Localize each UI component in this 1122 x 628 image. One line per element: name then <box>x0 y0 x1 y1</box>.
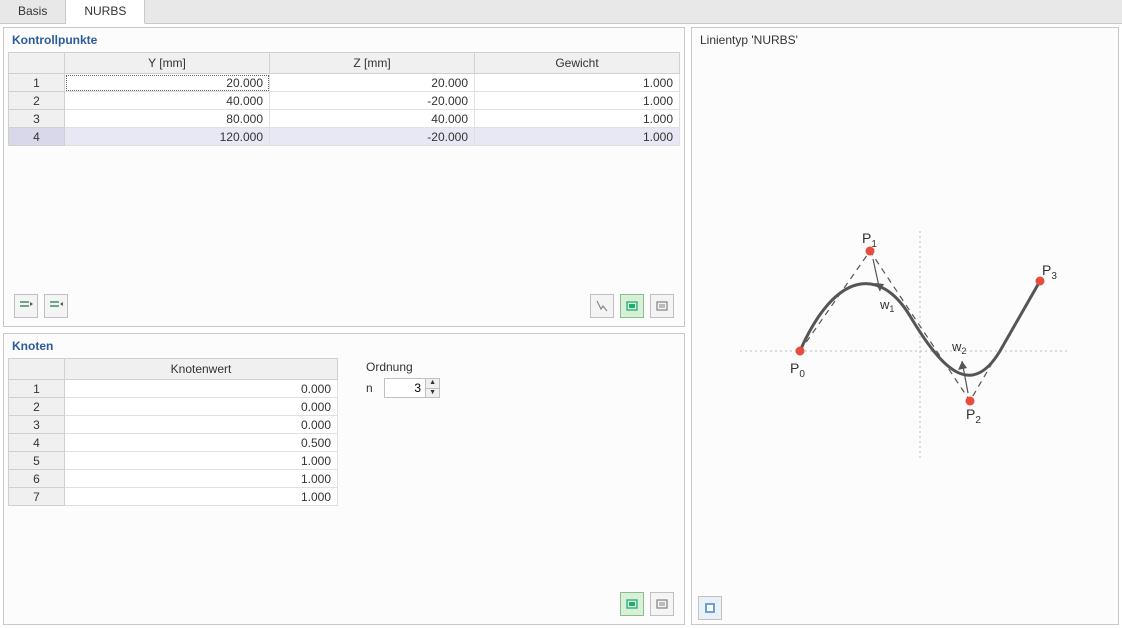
nurbs-preview-icon: P0 P1 P2 P3 w1 w2 <box>740 201 1070 481</box>
table-row[interactable]: 20.000 <box>9 398 338 416</box>
knoten-toolbar <box>8 588 680 620</box>
table-row[interactable]: 10.000 <box>9 380 338 398</box>
svg-text:w1: w1 <box>879 297 894 314</box>
col-z[interactable]: Z [mm] <box>270 53 475 74</box>
kontrollpunkte-table[interactable]: Y [mm] Z [mm] Gewicht 1 20.000 20.000 1.… <box>8 52 680 146</box>
table-row[interactable]: 51.000 <box>9 452 338 470</box>
panel-preview: Linientyp 'NURBS' <box>691 27 1119 625</box>
export-icon[interactable] <box>620 294 644 318</box>
table-row[interactable]: 30.000 <box>9 416 338 434</box>
col-w[interactable]: Gewicht <box>475 53 680 74</box>
panel-title-kontrollpunkte: Kontrollpunkte <box>4 28 684 50</box>
col-y[interactable]: Y [mm] <box>65 53 270 74</box>
table-row[interactable]: 3 80.000 40.000 1.000 <box>9 110 680 128</box>
import-icon[interactable] <box>650 294 674 318</box>
ordnung-spinner[interactable]: ▲ ▼ <box>384 378 440 398</box>
preview-title: Linientyp 'NURBS' <box>692 28 1118 50</box>
svg-text:P3: P3 <box>1042 262 1057 282</box>
ordnung-input[interactable] <box>385 379 425 397</box>
table-row[interactable]: 4 120.000 -20.000 1.000 <box>9 128 680 146</box>
n-label: n <box>366 381 373 395</box>
svg-text:P0: P0 <box>790 360 805 380</box>
kontroll-toolbar <box>8 290 680 322</box>
tab-nurbs[interactable]: NURBS <box>66 0 145 24</box>
preview-settings-icon[interactable] <box>698 596 722 620</box>
spin-up-icon[interactable]: ▲ <box>425 379 439 389</box>
export-icon[interactable] <box>620 592 644 616</box>
tab-basis[interactable]: Basis <box>0 0 66 23</box>
spin-down-icon[interactable]: ▼ <box>425 389 439 398</box>
tabbar: Basis NURBS <box>0 0 1122 24</box>
table-row[interactable]: 61.000 <box>9 470 338 488</box>
remove-row-icon[interactable] <box>44 294 68 318</box>
pick-icon[interactable] <box>590 294 614 318</box>
table-row[interactable]: 71.000 <box>9 488 338 506</box>
table-row[interactable]: 2 40.000 -20.000 1.000 <box>9 92 680 110</box>
panel-kontrollpunkte: Kontrollpunkte Y [mm] Z [mm] Gewicht <box>3 27 685 327</box>
knoten-table[interactable]: Knotenwert 10.000 20.000 30.000 40.500 5… <box>8 358 338 506</box>
ordnung-label: Ordnung <box>366 360 440 374</box>
col-knotenwert[interactable]: Knotenwert <box>65 359 338 380</box>
insert-row-icon[interactable] <box>14 294 38 318</box>
ordnung-block: Ordnung n ▲ ▼ <box>366 358 440 398</box>
svg-text:P2: P2 <box>966 406 981 426</box>
panel-title-knoten: Knoten <box>4 334 684 356</box>
table-row[interactable]: 1 20.000 20.000 1.000 <box>9 74 680 92</box>
svg-text:w2: w2 <box>951 339 966 356</box>
panel-knoten: Knoten Knotenwert 10.000 20.00 <box>3 333 685 625</box>
import-icon[interactable] <box>650 592 674 616</box>
table-row[interactable]: 40.500 <box>9 434 338 452</box>
